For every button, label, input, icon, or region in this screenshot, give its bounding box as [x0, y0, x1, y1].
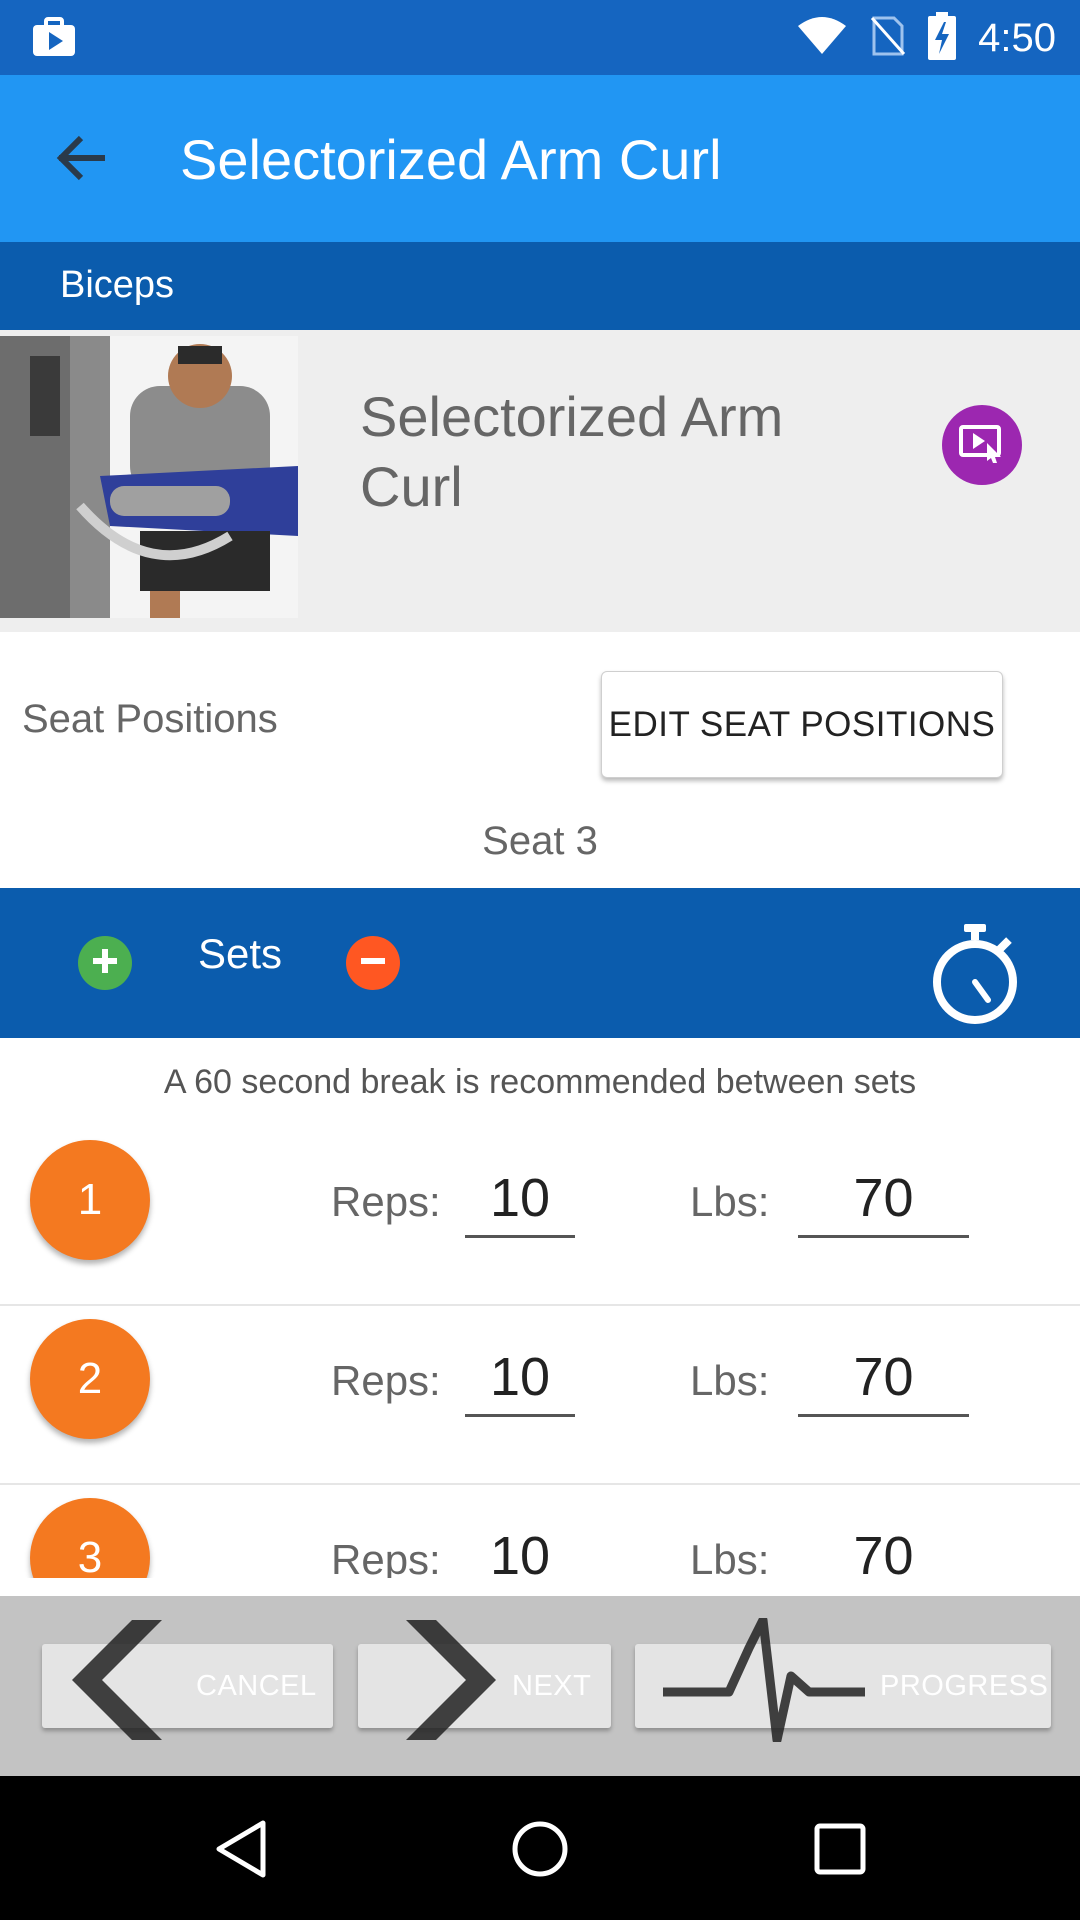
- nav-home-icon[interactable]: [505, 1814, 575, 1884]
- nav-recents-icon[interactable]: [805, 1814, 875, 1884]
- video-tap-icon: [959, 423, 1005, 468]
- set-row: 1 Reps: 10 Lbs: 70: [0, 1128, 1080, 1306]
- app-bar: Selectorized Arm Curl: [0, 75, 1080, 242]
- next-button[interactable]: NEXT: [358, 1620, 611, 1740]
- no-sim-icon: [870, 14, 906, 63]
- system-nav-bar: [0, 1776, 1080, 1920]
- reps-input[interactable]: 10: [465, 1516, 575, 1578]
- nav-back-icon[interactable]: [206, 1814, 276, 1884]
- lbs-input[interactable]: 70: [798, 1337, 969, 1417]
- seat-value: Seat 3: [482, 819, 598, 863]
- remove-set-button[interactable]: [346, 936, 400, 990]
- reps-label: Reps:: [331, 1536, 441, 1578]
- chevron-right-icon: [406, 1618, 506, 1747]
- exercise-card: Selectorized Arm Curl: [0, 330, 1080, 632]
- exercise-image: [0, 336, 298, 618]
- bottom-action-bar: CANCEL NEXT PROGRESS: [0, 1596, 1080, 1776]
- heartbeat-icon: [659, 1615, 869, 1747]
- set-row: 3 Reps: 10 Lbs: 70: [0, 1486, 1080, 1578]
- set-number-badge: 2: [30, 1319, 150, 1439]
- next-label: NEXT: [512, 1670, 592, 1702]
- set-number-badge: 3: [30, 1498, 150, 1578]
- progress-label: PROGRESS: [880, 1670, 1049, 1702]
- arrow-left-icon[interactable]: [48, 125, 114, 191]
- edit-seat-positions-button[interactable]: EDIT SEAT POSITIONS: [601, 671, 1003, 778]
- set-row: 2 Reps: 10 Lbs: 70: [0, 1307, 1080, 1485]
- minus-icon: [358, 946, 388, 981]
- category-bar: Biceps: [0, 242, 1080, 330]
- lbs-input[interactable]: 70: [798, 1158, 969, 1238]
- lbs-label: Lbs:: [690, 1178, 770, 1225]
- reps-input[interactable]: 10: [465, 1337, 575, 1417]
- video-button[interactable]: [942, 405, 1022, 485]
- status-bar: 4:50: [0, 0, 1080, 75]
- stopwatch-icon[interactable]: [930, 922, 1020, 1026]
- reps-label: Reps:: [331, 1357, 441, 1404]
- add-set-button[interactable]: [78, 936, 132, 990]
- seat-positions-label: Seat Positions: [22, 697, 278, 741]
- sets-list[interactable]: 1 Reps: 10 Lbs: 70 2 Reps: 10 Lbs: 70 3 …: [0, 1128, 1080, 1578]
- lbs-label: Lbs:: [690, 1357, 770, 1404]
- briefcase-play-icon: [32, 17, 76, 57]
- break-recommendation: A 60 second break is recommended between…: [163, 1063, 917, 1101]
- muscle-group-label: Biceps: [60, 264, 175, 306]
- progress-button[interactable]: PROGRESS: [635, 1615, 1051, 1745]
- wifi-icon: [796, 16, 848, 61]
- reps-label: Reps:: [331, 1178, 441, 1225]
- sets-bar: Sets: [0, 888, 1080, 1038]
- page-title: Selectorized Arm Curl: [180, 128, 722, 191]
- set-number-badge: 1: [30, 1140, 150, 1260]
- sets-label: Sets: [198, 930, 283, 977]
- plus-icon: [90, 946, 120, 981]
- cancel-button[interactable]: CANCEL: [42, 1620, 333, 1740]
- battery-charging-icon: [928, 11, 957, 65]
- chevron-left-icon: [62, 1618, 162, 1747]
- lbs-label: Lbs:: [690, 1536, 770, 1578]
- exercise-name: Selectorized Arm Curl: [360, 385, 784, 518]
- lbs-input[interactable]: 70: [798, 1516, 969, 1578]
- reps-input[interactable]: 10: [465, 1158, 575, 1238]
- clock: 4:50: [978, 15, 1056, 60]
- cancel-label: CANCEL: [196, 1670, 317, 1702]
